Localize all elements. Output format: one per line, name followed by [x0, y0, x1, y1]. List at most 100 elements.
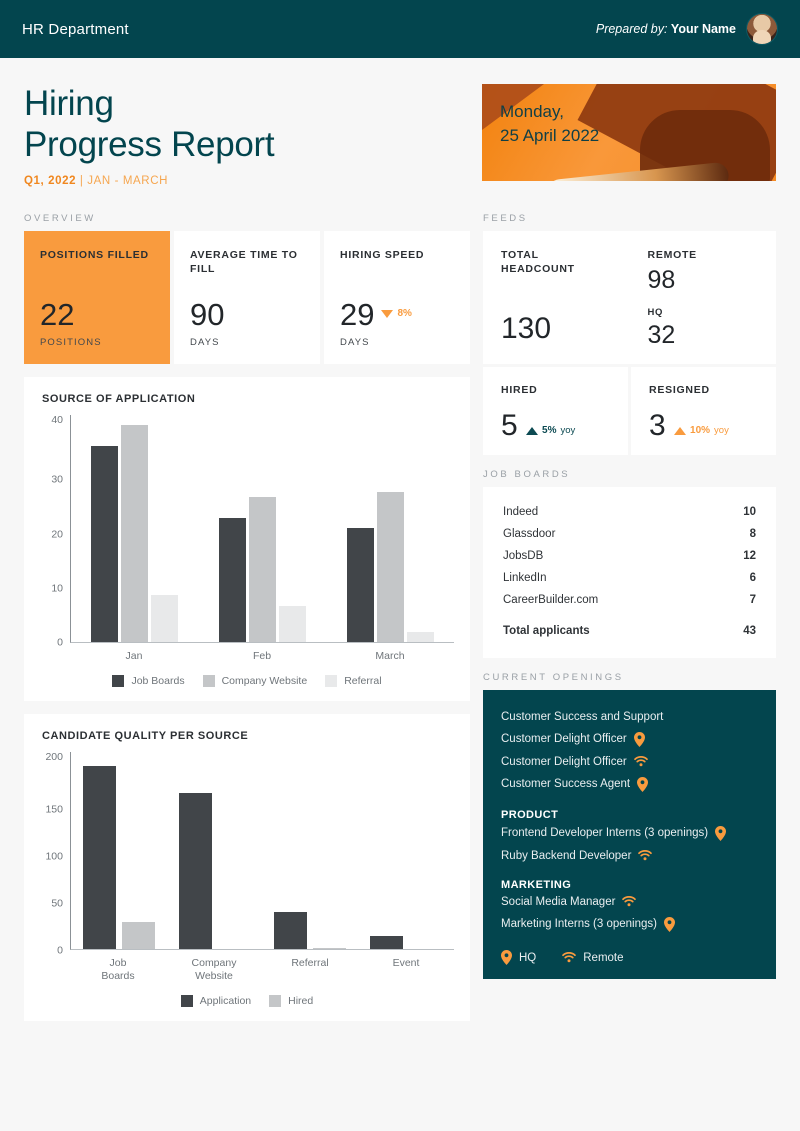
- legend-item[interactable]: Hired: [269, 995, 313, 1008]
- y-tick: 0: [57, 943, 63, 956]
- opening-item[interactable]: Customer Delight Officer: [501, 727, 758, 751]
- y-tick: 40: [51, 413, 63, 426]
- bar[interactable]: [346, 528, 374, 642]
- legend-label: Referral: [344, 675, 382, 687]
- job-boards-list: Indeed 10 Glassdoor 8 JobsDB 12 LinkedIn 6 Caree…: [503, 501, 756, 611]
- feed-label: TOTAL HEADCOUNT: [501, 248, 575, 276]
- job-board-row[interactable]: JobsDB 12: [503, 545, 756, 567]
- job-board-row[interactable]: LinkedIn 6: [503, 567, 756, 589]
- section-label-feeds: Feeds: [483, 212, 528, 224]
- bar[interactable]: [370, 936, 404, 949]
- feed-hired[interactable]: HIRED 5 5% yoy: [483, 367, 628, 456]
- opening-item[interactable]: Social Media Manager: [501, 891, 758, 912]
- x-tick-label: Jan: [125, 649, 143, 662]
- feed-value-wrap: 5 5% yoy: [501, 411, 610, 441]
- kpi-delta: 8%: [381, 309, 412, 319]
- plot-area: [70, 752, 454, 950]
- wifi-icon: [633, 756, 648, 767]
- page-title: Hiring Progress Report: [24, 84, 275, 166]
- bar[interactable]: [82, 765, 116, 949]
- bar[interactable]: [121, 425, 149, 642]
- bar[interactable]: [376, 492, 404, 642]
- bar[interactable]: [178, 793, 212, 949]
- job-boards-total-label: Total applicants: [503, 625, 590, 638]
- bar[interactable]: [313, 948, 347, 949]
- bar[interactable]: [91, 445, 119, 642]
- opening-item[interactable]: Ruby Backend Developer: [501, 845, 758, 866]
- bar[interactable]: [406, 631, 434, 642]
- location-pin-icon: [633, 731, 645, 747]
- prepared-by: Prepared by: Your Name: [596, 13, 778, 45]
- feed-value: 3: [649, 409, 666, 443]
- opening-item[interactable]: Marketing Interns (3 openings): [501, 912, 758, 936]
- hero: Hiring Progress Report Q1, 2022 | JAN - …: [24, 58, 776, 199]
- legend-item[interactable]: Application: [180, 995, 251, 1008]
- feed-delta-value: 10%: [690, 425, 711, 437]
- legend-hq: HQ: [501, 950, 536, 966]
- openings-list: Customer Success and Support Customer Del…: [501, 706, 758, 936]
- current-openings-card: Customer Success and Support Customer Del…: [483, 690, 776, 980]
- bar-group: [263, 752, 359, 949]
- openings-group-product: PRODUCT: [501, 809, 559, 822]
- job-board-name: LinkedIn: [503, 572, 547, 585]
- location-pin-icon: [715, 825, 727, 841]
- bar[interactable]: [121, 921, 155, 949]
- prepared-by-prefix: Prepared by:: [595, 22, 668, 36]
- x-tick-label: Company Website: [191, 957, 237, 983]
- job-board-name: CareerBuilder.com: [503, 594, 599, 607]
- banner-shape-c: [545, 161, 730, 181]
- kpi-hiring-speed[interactable]: HIRING SPEED 29 8% DAYS: [324, 230, 470, 364]
- kpi-unit: DAYS: [340, 336, 370, 348]
- plot-area: [70, 414, 454, 643]
- y-axis: 40 30 20 10 0: [40, 413, 70, 648]
- triangle-up-icon: [674, 427, 687, 436]
- kpi-positions-filled[interactable]: POSITIONS FILLED 22 POSITIONS: [24, 230, 170, 364]
- kpi-value: 90: [190, 296, 225, 332]
- opening-item[interactable]: Customer Success and Support: [501, 706, 758, 727]
- avatar[interactable]: [746, 13, 778, 45]
- opening-label: Customer Success and Support: [501, 710, 664, 723]
- kpi-average-time-to-fill[interactable]: AVERAGE TIME TO FILL 90 DAYS: [174, 230, 320, 364]
- job-board-row[interactable]: CareerBuilder.com 7: [503, 589, 756, 611]
- section-label-job-boards: Job Boards: [483, 469, 571, 481]
- chart-card-source-of-application: SOURCE OF APPLICATION 40 30 20 10 0 Jan …: [24, 376, 470, 701]
- kpi-title: AVERAGE TIME TO FILL: [190, 248, 298, 276]
- legend-item[interactable]: Referral: [325, 675, 382, 687]
- chart-body: 40 30 20 10 0 Jan Feb March Job Boards Comp…: [24, 405, 470, 701]
- kpi-title: HIRING SPEED: [340, 248, 425, 261]
- bar-group: [358, 752, 454, 949]
- bar-group: [167, 752, 263, 949]
- bar[interactable]: [219, 518, 246, 642]
- bar-groups: [71, 752, 454, 949]
- bar[interactable]: [249, 497, 276, 642]
- legend-item[interactable]: Company Website: [202, 675, 308, 687]
- x-tick-label: Event: [392, 957, 420, 969]
- opening-item[interactable]: Customer Delight Officer: [501, 751, 758, 772]
- opening-item[interactable]: Customer Success Agent: [501, 772, 758, 796]
- opening-item[interactable]: Frontend Developer Interns (3 openings): [501, 821, 758, 845]
- legend-item[interactable]: Job Boards: [112, 675, 185, 687]
- y-tick: 0: [57, 636, 63, 649]
- chart-legend: Application Hired: [40, 995, 454, 1008]
- bar[interactable]: [151, 595, 179, 642]
- kpi-row: POSITIONS FILLED 22 POSITIONS AVERAGE TI…: [24, 230, 470, 364]
- y-axis: 200 150 100 50 0: [40, 752, 70, 955]
- feed-delta-yoy: yoy: [560, 425, 576, 437]
- legend-label: Company Website: [221, 675, 308, 687]
- opening-label: Customer Delight Officer: [501, 755, 627, 768]
- job-board-value: 7: [749, 594, 756, 607]
- opening-label: Frontend Developer Interns (3 openings): [501, 827, 709, 840]
- feed-label-remote: REMOTE: [647, 248, 697, 261]
- job-board-row[interactable]: Indeed 10: [503, 501, 756, 523]
- opening-label: Ruby Backend Developer: [501, 849, 632, 862]
- feed-resigned[interactable]: RESIGNED 3 10% yoy: [631, 367, 776, 456]
- bar[interactable]: [274, 912, 308, 949]
- hero-text: Hiring Progress Report Q1, 2022 | JAN - …: [24, 84, 275, 187]
- legend-remote: Remote: [562, 952, 624, 964]
- feed-value-wrap: 3 10% yoy: [649, 411, 758, 441]
- bar[interactable]: [279, 605, 306, 642]
- job-board-row[interactable]: Glassdoor 8: [503, 523, 756, 545]
- feed-delta: 10% yoy: [674, 426, 729, 436]
- bar-group: [326, 415, 454, 642]
- page-title-line1: Hiring: [24, 84, 114, 123]
